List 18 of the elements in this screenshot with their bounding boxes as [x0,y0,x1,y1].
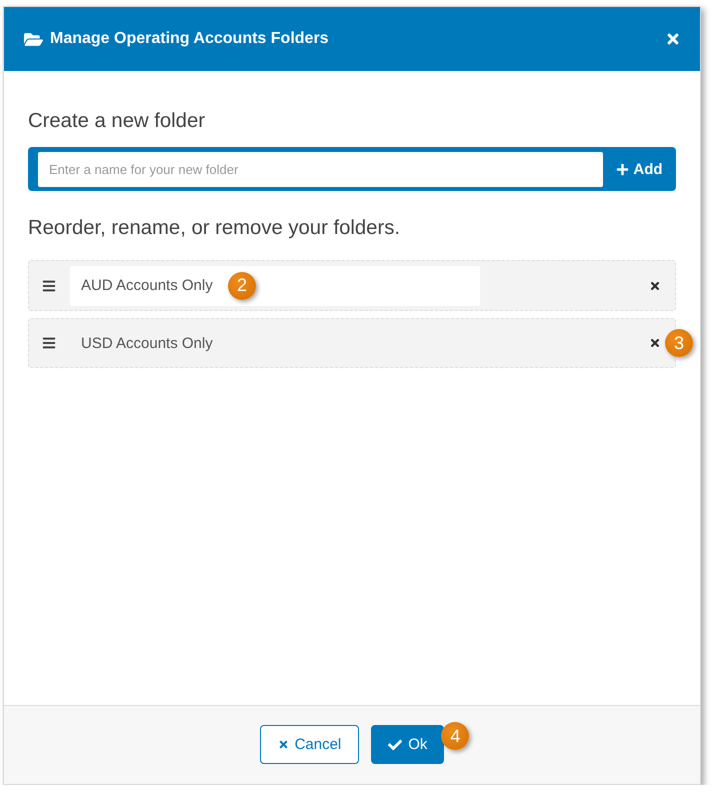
remove-folder-button[interactable] [649,280,661,292]
section-heading: Reorder, rename, or remove your folders. [28,216,401,240]
add-button[interactable]: Add [603,147,676,191]
folder-name[interactable]: USD Accounts Only [81,334,213,352]
dialog-title: Manage Operating Accounts Folders [50,30,330,48]
callout-badge: 4 [441,722,470,750]
drag-handle-icon[interactable] [42,336,56,350]
x-mark-icon [278,739,289,750]
section-heading: Create a new folder [28,109,206,133]
ok-button[interactable]: Ok [371,725,444,764]
plus-icon [616,162,630,176]
check-icon [388,738,402,752]
remove-folder-button[interactable] [649,337,661,349]
callout-badge: 3 [665,329,693,357]
close-button[interactable] [665,31,681,47]
drag-handle-icon[interactable] [42,278,56,292]
new-folder-input[interactable]: Enter a name for your new folder [38,152,603,186]
cancel-button[interactable]: Cancel [260,725,360,764]
